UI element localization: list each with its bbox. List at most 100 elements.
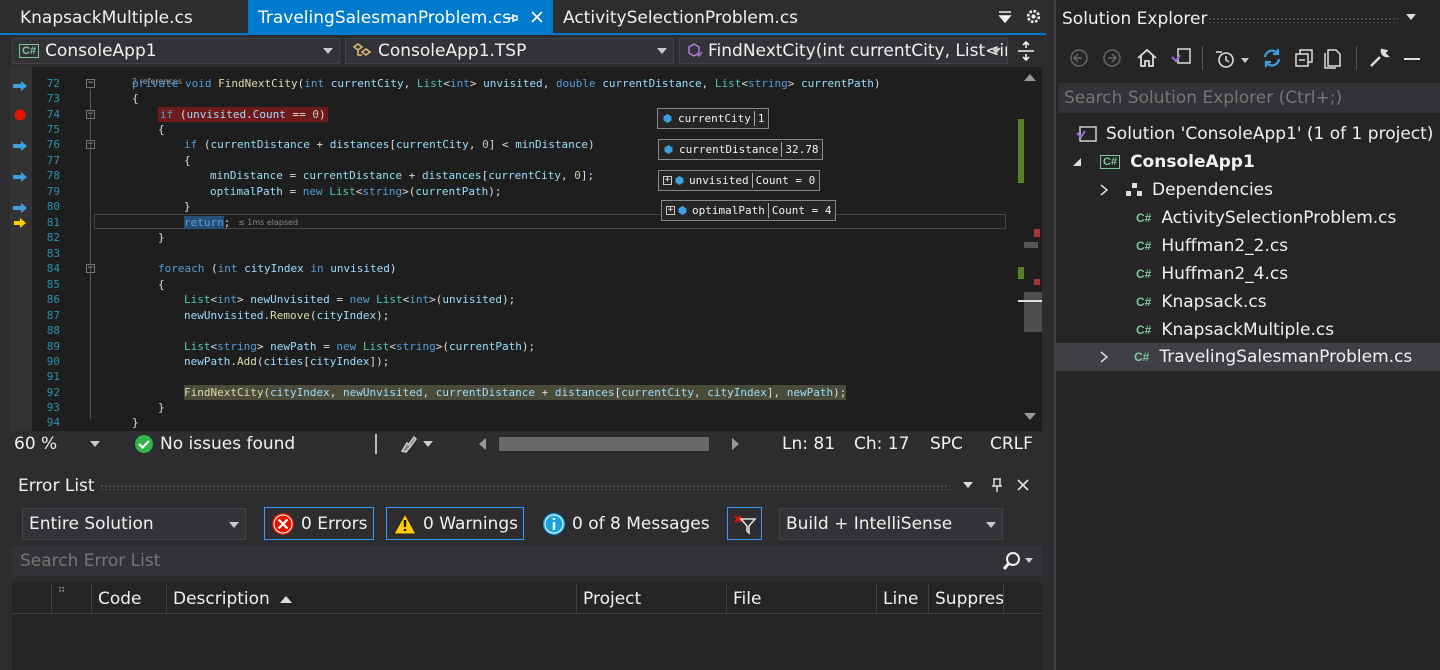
datatip-value[interactable]: 32.78 [785,143,818,156]
scroll-down-icon[interactable] [1024,413,1036,421]
column-header-grip[interactable]: ⠛ [52,584,92,614]
errors-filter-button[interactable]: 0 Errors [264,507,374,540]
properties-wrench-icon[interactable] [1368,47,1390,69]
code-line: 81 return; ≤ 1ms elapsed [10,215,1010,230]
collapsed-arrow-icon[interactable] [1100,351,1108,363]
horizontal-scroll-thumb[interactable] [499,437,709,451]
column-header-suppression[interactable]: Suppres [929,584,1004,614]
chevron-down-icon[interactable] [423,441,433,447]
datatip-optimal-path[interactable]: + optimalPath Count = 4 [661,200,837,221]
search-input[interactable] [1058,83,1438,113]
tab-list-dropdown-icon[interactable] [998,11,1012,23]
line-position[interactable]: Ln: 81 [782,434,835,454]
chevron-down-icon[interactable] [1241,58,1249,63]
sync-icon[interactable] [1261,47,1283,69]
tab-activity-selection[interactable]: ActivitySelectionProblem.cs [553,0,813,35]
column-header-description[interactable]: Description [167,584,577,614]
code-editor[interactable]: − − − − 2 references 72private void Find… [10,67,1042,431]
expand-icon[interactable]: + [666,206,675,215]
zoom-dropdown[interactable]: 60 % [10,431,102,457]
breakpoint-marker [1034,279,1040,285]
tree-item-solution[interactable]: Solution 'ConsoleApp1' (1 of 1 project) [1056,120,1440,148]
collapse-all-icon[interactable] [1293,47,1315,69]
tree-item-file[interactable]: C# KnapsackMultiple.cs [1056,316,1440,344]
column-header-project[interactable]: Project [577,584,727,614]
column-header-code[interactable]: Code [92,584,167,614]
switch-views-icon[interactable] [1170,47,1192,69]
perf-tip[interactable]: ≤ 1ms elapsed [238,215,298,230]
clear-filter-button[interactable] [727,507,762,540]
gear-icon[interactable] [1025,8,1042,25]
datatip-value[interactable]: 1 [758,112,765,125]
tab-traveling-salesman[interactable]: TravelingSalesmanProblem.cs [248,0,553,35]
scroll-right-icon[interactable] [732,438,740,450]
split-window-icon[interactable] [1016,41,1036,61]
window-menu-icon[interactable] [963,482,973,488]
column-header-file[interactable]: File [727,584,877,614]
project-dropdown[interactable]: C# ConsoleApp1 [12,38,340,64]
column-header-blank [12,584,52,614]
solution-search-box[interactable] [1058,83,1440,113]
show-all-files-icon[interactable] [1322,47,1344,69]
line-ending[interactable]: CRLF [990,434,1033,454]
line-number: 93 [46,401,60,414]
tree-item-file[interactable]: C# Huffman2_2.cs [1056,232,1440,260]
window-menu-icon[interactable] [1406,14,1416,20]
search-icon[interactable] [1002,551,1022,571]
char-position[interactable]: Ch: 17 [854,434,909,454]
column-header-line[interactable]: Line [877,584,929,614]
line-number: 87 [46,309,60,322]
datatip-value[interactable]: Count = 4 [772,204,832,217]
csharp-project-icon: C# [1100,155,1121,169]
scroll-up-icon[interactable] [1024,73,1036,81]
expanded-arrow-icon[interactable] [1072,157,1082,167]
pending-changes-filter-icon[interactable] [1214,48,1236,70]
line-number: 77 [46,154,60,167]
collapsed-arrow-icon[interactable] [1100,184,1108,196]
datatip-current-distance[interactable]: currentDistance 32.78 [658,139,824,160]
tab-knapsack-multiple[interactable]: KnapsackMultiple.cs [10,0,248,35]
tree-item-file[interactable]: C# ActivitySelectionProblem.cs [1056,204,1440,232]
tree-item-project[interactable]: C# ConsoleApp1 [1056,148,1440,176]
tree-item-file[interactable]: C# Huffman2_4.cs [1056,260,1440,288]
pin-icon[interactable] [504,11,518,25]
tree-item-label: KnapsackMultiple.cs [1161,320,1335,340]
tree-item-label: Huffman2_2.cs [1161,236,1289,256]
search-error-list[interactable] [12,546,1042,576]
datatip-unvisited[interactable]: + unvisited Count = 0 [658,170,821,191]
close-icon[interactable] [530,10,544,24]
messages-filter-button[interactable]: 0 of 8 Messages [536,508,710,540]
scope-dropdown[interactable]: Entire Solution [22,508,246,540]
close-icon[interactable] [1016,478,1030,492]
datatip-current-city[interactable]: currentCity 1 [657,108,770,129]
datatip-value[interactable]: Count = 0 [756,174,816,187]
brush-icon[interactable] [398,434,418,454]
tree-item-file[interactable]: C# Knapsack.cs [1056,288,1440,316]
vertical-scrollbar[interactable] [1018,67,1042,431]
code-line: 85{ [10,277,1010,292]
expand-icon[interactable]: + [663,176,672,185]
back-icon[interactable] [1070,49,1088,67]
search-input[interactable] [12,546,992,576]
issues-indicator[interactable]: No issues found [134,431,295,457]
chevron-down-icon[interactable] [1025,558,1033,563]
preview-icon[interactable] [1400,47,1422,69]
scroll-left-icon[interactable] [478,438,486,450]
tree-item-dependencies[interactable]: Dependencies [1056,176,1440,204]
warnings-filter-button[interactable]: 0 Warnings [386,507,524,540]
pin-icon[interactable] [990,477,1004,493]
home-icon[interactable] [1136,47,1158,69]
tree-item-label: Knapsack.cs [1161,292,1267,312]
zoom-level: 60 % [14,434,58,454]
class-dropdown[interactable]: ConsoleApp1.TSP [345,38,674,64]
member-dropdown[interactable]: FindNextCity(int currentCity, List<in [679,38,1008,64]
dependencies-icon [1124,182,1144,198]
whitespace-mode[interactable]: SPC [930,434,963,454]
editor-status-bar: 60 % No issues found Ln: 81 Ch: 17 SPC C… [10,431,1042,457]
tree-item-file-selected[interactable]: C# TravelingSalesmanProblem.cs [1056,343,1440,371]
build-source-dropdown[interactable]: Build + IntelliSense [779,508,1003,540]
code-line: 83 [10,246,1010,261]
code-line: 78 minDistance = currentDistance + distan… [10,168,1010,183]
forward-icon[interactable] [1103,49,1121,67]
scroll-thumb[interactable] [1024,292,1042,332]
